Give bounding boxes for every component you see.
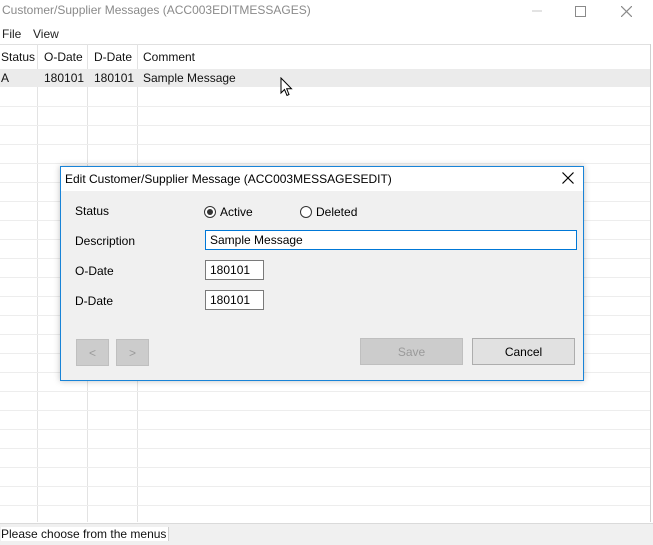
grid-divider bbox=[0, 429, 650, 430]
close-icon bbox=[562, 171, 574, 187]
grid-divider bbox=[0, 486, 650, 487]
grid-divider bbox=[0, 505, 650, 506]
grid-divider bbox=[0, 163, 650, 164]
menu-view[interactable]: View bbox=[33, 27, 59, 41]
cell-ddate: 180101 bbox=[94, 71, 135, 85]
radio-label-active: Active bbox=[220, 205, 253, 219]
grid-divider bbox=[0, 144, 650, 145]
ddate-label: D-Date bbox=[75, 294, 114, 308]
maximize-icon bbox=[574, 5, 586, 17]
description-input[interactable]: Sample Message bbox=[205, 230, 577, 250]
maximize-button[interactable] bbox=[557, 0, 603, 22]
radio-label-deleted: Deleted bbox=[316, 205, 358, 219]
mouse-cursor-icon bbox=[280, 76, 293, 100]
status-radio-active[interactable]: Active bbox=[204, 205, 253, 219]
column-header-odate[interactable]: O-Date bbox=[44, 45, 83, 69]
grid-divider bbox=[0, 125, 650, 126]
grid-divider bbox=[0, 391, 650, 392]
grid-divider bbox=[37, 44, 38, 522]
status-bar: Please choose from the menus a bbox=[0, 523, 653, 545]
window-title: Customer/Supplier Messages (ACC003EDITME… bbox=[2, 3, 311, 17]
menu-bar: File View bbox=[0, 25, 653, 43]
close-icon bbox=[620, 5, 632, 17]
status-radio-deleted[interactable]: Deleted bbox=[300, 205, 357, 219]
chevron-right-icon: > bbox=[128, 345, 136, 360]
odate-input[interactable]: 180101 bbox=[205, 260, 264, 280]
column-header-comment[interactable]: Comment bbox=[143, 45, 195, 69]
minimize-button[interactable] bbox=[514, 0, 560, 22]
close-window-button[interactable] bbox=[603, 0, 649, 22]
next-button[interactable]: > bbox=[116, 339, 149, 366]
previous-button[interactable]: < bbox=[76, 339, 109, 366]
grid-divider bbox=[0, 467, 650, 468]
cell-comment: Sample Message bbox=[143, 71, 236, 85]
menu-file[interactable]: File bbox=[2, 27, 21, 41]
grid-divider bbox=[0, 410, 650, 411]
chevron-left-icon: < bbox=[88, 345, 96, 360]
cell-odate: 180101 bbox=[44, 71, 85, 85]
column-header-ddate[interactable]: D-Date bbox=[94, 45, 132, 69]
status-text: Please choose from the menus a bbox=[1, 527, 169, 541]
grid-divider bbox=[0, 448, 650, 449]
dialog-title: Edit Customer/Supplier Message (ACC003ME… bbox=[65, 172, 392, 186]
window-titlebar: Customer/Supplier Messages (ACC003EDITME… bbox=[0, 0, 653, 22]
odate-label: O-Date bbox=[75, 264, 114, 278]
grid-header: Status O-Date D-Date Comment bbox=[0, 44, 650, 70]
status-label: Status bbox=[75, 204, 110, 218]
description-label: Description bbox=[75, 234, 136, 248]
minimize-icon bbox=[532, 6, 542, 16]
dialog-titlebar: Edit Customer/Supplier Message (ACC003ME… bbox=[61, 167, 583, 191]
cell-status: A bbox=[1, 71, 10, 85]
grid-divider bbox=[0, 106, 650, 107]
radio-selected-icon[interactable] bbox=[204, 206, 216, 218]
dialog-close-button[interactable] bbox=[559, 170, 577, 188]
edit-message-dialog: Edit Customer/Supplier Message (ACC003ME… bbox=[60, 166, 584, 381]
radio-unselected-icon[interactable] bbox=[300, 206, 312, 218]
ddate-input[interactable]: 180101 bbox=[205, 290, 264, 310]
column-header-status[interactable]: Status bbox=[1, 45, 35, 69]
cancel-button[interactable]: Cancel bbox=[472, 338, 575, 365]
table-row[interactable]: A 180101 180101 Sample Message bbox=[0, 69, 650, 87]
save-button[interactable]: Save bbox=[360, 338, 463, 365]
